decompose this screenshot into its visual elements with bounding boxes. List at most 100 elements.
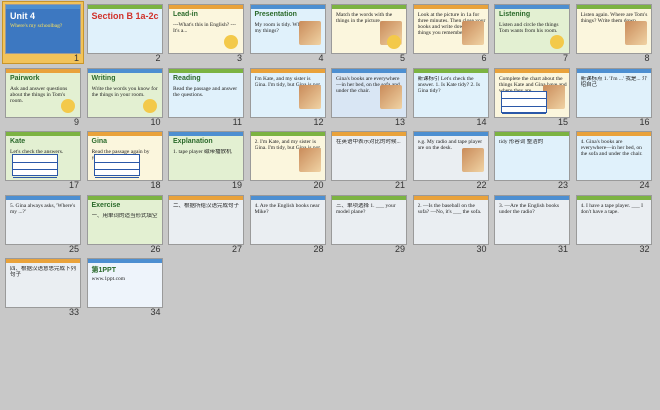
slide-header-band (87, 132, 162, 136)
slide-text: www.1ppt.com (91, 276, 126, 282)
slide-thumbnail[interactable]: 4. I have a tape player. ___ I don't hav… (574, 193, 654, 254)
slide-thumbnail[interactable]: Exercise 一、用单词的适当形式填空 26 (85, 193, 165, 254)
slide-sorter-grid: Unit 4 Where's my schoolbag? 1 Section B 1a… (2, 1, 657, 408)
slide-title: Kate (10, 138, 26, 145)
slide-header-band (576, 195, 651, 200)
table-row (94, 170, 139, 178)
slide-preview: 二、根据所给汉语完成句子 (168, 194, 244, 245)
slide-thumbnail[interactable]: Listening Listen and circle the things To… (492, 2, 572, 63)
slide-image (298, 148, 321, 172)
slide-number: 11 (232, 116, 242, 127)
slide-thumbnail[interactable]: 四、根据汉语意思完成下列句子 33 (3, 256, 83, 317)
slide-thumbnail[interactable]: 5. Gina always asks, 'Where's my ...?' 25 (3, 193, 83, 254)
slide-number: 2 (155, 53, 161, 63)
slide-thumbnail[interactable]: Complete the chart about the things Kate… (492, 66, 572, 127)
slide-header-band (6, 68, 80, 73)
slide-thumbnail[interactable]: 三、单项选择 1. ___ your model plane? 29 (329, 193, 409, 254)
slide-preview: 2. I'm Kate, and my sister is Gina. I'm … (249, 131, 326, 181)
slide-text: 一、用单词的适当形式填空 (91, 212, 158, 219)
slide-thumbnail[interactable]: Presentation My room is tidy. Where are m… (248, 2, 328, 63)
slide-thumbnail[interactable]: Look at the picture in 1a for three minu… (411, 2, 491, 63)
slide-number: 8 (644, 53, 650, 63)
slide-preview: 4. Are the English books near Mike? (249, 194, 326, 245)
slide-text: 二、根据所给汉语完成句子 (173, 202, 240, 209)
slide-thumbnail[interactable]: Gina's books are everywhere—in her bed, … (329, 66, 409, 127)
slide-preview: Gina's books are everywhere—in her bed, … (331, 67, 407, 118)
slide-thumbnail[interactable]: e.g. My radio and tape player are on the… (411, 129, 491, 190)
slide-number: 15 (557, 116, 568, 127)
slide-number: 13 (394, 116, 405, 127)
slide-number: 1 (73, 53, 79, 63)
slide-thumbnail[interactable]: Writing Write the words you know for the … (85, 66, 165, 127)
slide-preview: 第1PPT www.1ppt.com (86, 258, 163, 308)
slide-thumbnail[interactable]: 新课标引 Let's check the answer. 1. Is Kate … (411, 66, 491, 127)
slide-thumbnail[interactable]: 2. —Is the baseball on the sofa? —No, it… (411, 193, 491, 254)
slide-thumbnail[interactable]: 4. Gina's books are everywhere—in her be… (574, 129, 654, 190)
slide-preview: e.g. My radio and tape player are on the… (412, 131, 489, 181)
slide-thumbnail[interactable]: Match the words with the things in the p… (329, 2, 409, 63)
slide-thumbnail[interactable]: 3. —Are the English books under the radi… (492, 193, 572, 254)
slide-number: 10 (150, 116, 161, 127)
slide-preview: tidy 形容词 整洁的 (494, 131, 570, 181)
slide-preview: Listen again. Where are Tom's things? Wr… (575, 4, 652, 54)
slide-number: 34 (150, 307, 161, 317)
slide-thumbnail[interactable]: 新课标点 1. 'I'm ...' 我是... 介绍自己 16 (574, 66, 654, 127)
slide-text: 新课标点 1. 'I'm ...' 我是... 介绍自己 (580, 75, 648, 88)
slide-preview: 3. —Are the English books under the radi… (494, 194, 570, 245)
slide-header-band (413, 5, 488, 9)
slide-number: 5 (399, 53, 405, 63)
slide-number: 26 (150, 243, 161, 254)
table-row (13, 170, 57, 178)
slide-number: 32 (639, 243, 650, 254)
slide-preview: Pairwork Ask and answer questions about t… (5, 67, 81, 118)
slide-thumbnail[interactable]: Lead-in ---What's this in English? ---It'… (166, 2, 246, 63)
slide-header-band (6, 5, 80, 9)
slide-preview: Writing Write the words you know for the … (86, 67, 163, 118)
slide-header-band (332, 5, 406, 9)
slide-number: 23 (557, 180, 568, 190)
slide-preview: 5. Gina always asks, 'Where's my ...?' (5, 194, 81, 245)
slide-thumbnail[interactable]: Listen again. Where are Tom's things? Wr… (574, 2, 654, 63)
slide-number: 33 (68, 307, 79, 317)
slide-number: 4 (318, 53, 324, 63)
slide-text: 在英语中表示对比的时候... (336, 139, 401, 145)
slide-number: 20 (313, 180, 324, 190)
slide-header-band (250, 132, 325, 136)
slide-thumbnail[interactable]: GinaRead the passage again by yourself.1… (85, 129, 165, 190)
slide-thumbnail[interactable]: 2. I'm Kate, and my sister is Gina. I'm … (248, 129, 328, 190)
slide-preview: Reading Read the passage and answer the q… (168, 67, 244, 118)
slide-thumbnail[interactable]: I'm Kate, and my sister is Gina. I'm tid… (248, 66, 328, 127)
slide-thumbnail[interactable]: Reading Read the passage and answer the q… (166, 66, 246, 127)
slide-number: 17 (68, 180, 79, 190)
slide-thumbnail[interactable]: tidy 形容词 整洁的 23 (492, 129, 572, 190)
slide-header-band (6, 259, 80, 263)
slide-thumbnail[interactable]: 二、根据所给汉语完成句子 27 (166, 193, 246, 254)
slide-thumbnail[interactable]: Section B 1a-2c 2 (85, 2, 165, 63)
slide-preview: Look at the picture in 1a for three minu… (412, 4, 489, 54)
slide-title: Section B 1a-2c (91, 11, 159, 21)
slide-text: tidy 形容词 整洁的 (499, 139, 544, 145)
slide-text: 四、根据汉语意思完成下列句子 (10, 266, 77, 278)
slide-header-band (169, 68, 243, 73)
slide-image (461, 148, 484, 172)
slide-preview: Kate Let's check the answers. (5, 131, 81, 181)
slide-thumbnail[interactable]: Unit 4 Where's my schoolbag? 1 (2, 1, 84, 64)
slide-thumbnail[interactable]: Pairwork Ask and answer questions about t… (3, 66, 83, 127)
slide-image (461, 21, 484, 45)
slide-thumbnail[interactable]: 4. Are the English books near Mike? 28 (248, 193, 328, 254)
slide-header-band (250, 5, 325, 9)
slide-decoration (550, 35, 564, 49)
slide-table (501, 90, 547, 115)
slide-thumbnail[interactable]: 在英语中表示对比的时候... 21 (329, 129, 409, 190)
table-row (94, 155, 139, 163)
slide-thumbnail[interactable]: 第1PPT www.1ppt.com 34 (85, 256, 165, 317)
slide-header-band (6, 132, 80, 136)
slide-header-band (6, 195, 80, 200)
slide-thumbnail[interactable]: Kate Let's check the answers. 17 (3, 129, 83, 190)
slide-header-band (576, 5, 651, 9)
slide-thumbnail[interactable]: Explanation 1. tape player 磁带播放机 19 (166, 129, 246, 190)
slide-decoration (142, 98, 157, 113)
slide-number: 7 (562, 53, 568, 63)
slide-title: Reading (173, 74, 201, 82)
slide-header-band (413, 68, 488, 73)
